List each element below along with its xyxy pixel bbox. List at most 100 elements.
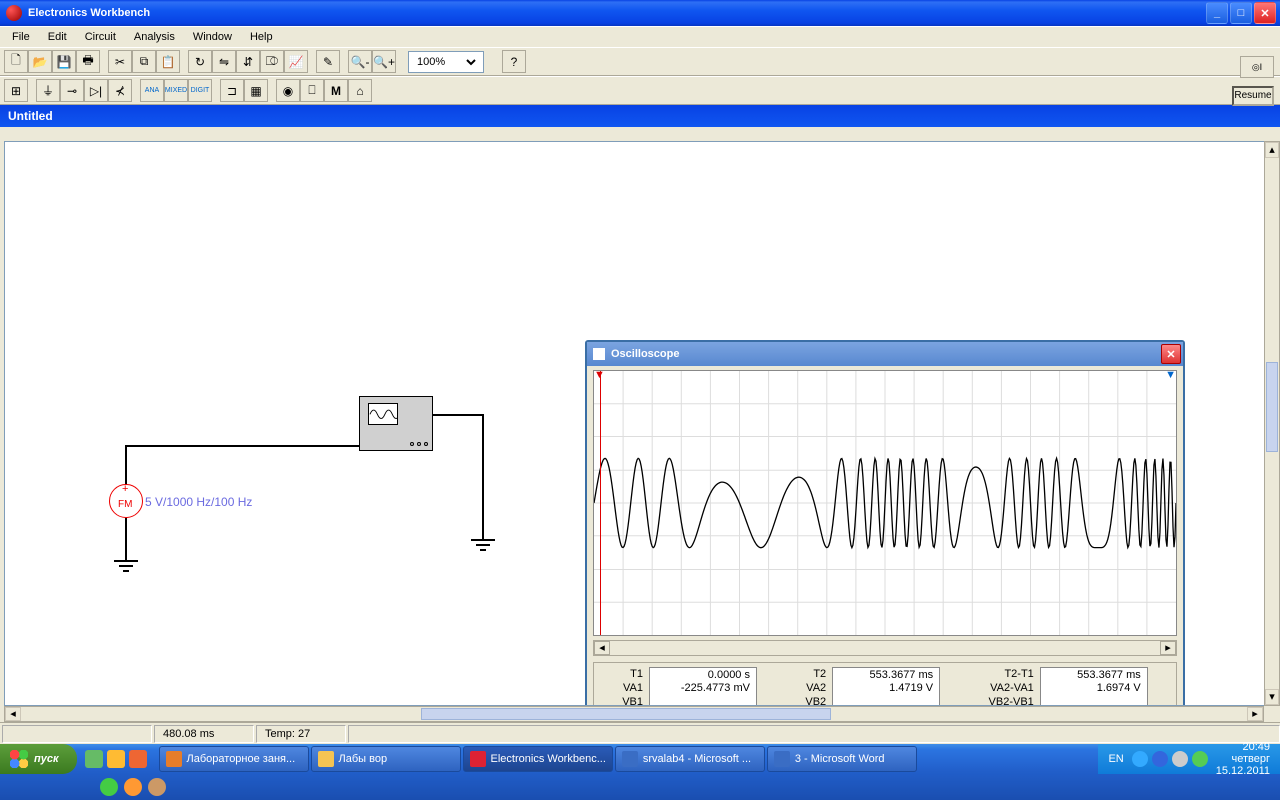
menu-window[interactable]: Window	[185, 29, 240, 45]
vertical-scrollbar[interactable]: ▴ ▾	[1264, 141, 1280, 706]
oscilloscope-close-button[interactable]: ✕	[1161, 344, 1181, 364]
comp-gate-button[interactable]: ⊐	[220, 79, 244, 102]
oscilloscope-readouts: T1VA1VB1 0.0000 s-225.4773 mV T2VA2VB2 5…	[593, 662, 1177, 706]
open-button[interactable]: 📂	[28, 50, 52, 73]
oscilloscope-icon	[593, 348, 605, 360]
comp-ic-button[interactable]: ▦	[244, 79, 268, 102]
scroll-left-button[interactable]: ◂	[594, 641, 610, 655]
zoomin-button[interactable]: 🔍+	[372, 50, 396, 73]
zoomout-button[interactable]: 🔍-	[348, 50, 372, 73]
scroll-down-button[interactable]: ▾	[1265, 689, 1279, 705]
menu-file[interactable]: File	[4, 29, 38, 45]
status-time: 480.08 ms	[154, 725, 254, 743]
taskbar: пуск Лабораторное заня...Лабы ворElectro…	[0, 744, 1280, 800]
hscroll-left-button[interactable]: ◂	[5, 707, 21, 721]
oscilloscope-titlebar[interactable]: Oscilloscope ✕	[587, 342, 1183, 366]
comp-analog-button[interactable]: ANA	[140, 79, 164, 102]
cut-button[interactable]: ✂	[108, 50, 132, 73]
readout-delta: 553.3677 ms1.6974 V	[1040, 667, 1148, 706]
comp-mixed-button[interactable]: MIXED	[164, 79, 188, 102]
comp-sources-button[interactable]: ⏚	[36, 79, 60, 102]
save-button[interactable]: 💾	[52, 50, 76, 73]
language-indicator[interactable]: EN	[1108, 753, 1123, 765]
comp-indicator-button[interactable]: ◉	[276, 79, 300, 102]
tray2-icon[interactable]	[100, 778, 118, 796]
ql-icon[interactable]	[107, 750, 125, 768]
comp-basic-button[interactable]: ⊸	[60, 79, 84, 102]
oscilloscope-display[interactable]: ▼ ▼	[593, 370, 1177, 636]
maximize-button[interactable]: □	[1230, 2, 1252, 24]
comp-misc-button[interactable]: M	[324, 79, 348, 102]
tray2-icon[interactable]	[124, 778, 142, 796]
app-titlebar: Electronics Workbench _ □ ✕	[0, 0, 1280, 26]
hscroll-thumb[interactable]	[421, 708, 831, 720]
paste-button[interactable]: 📋	[156, 50, 180, 73]
scroll-right-button[interactable]: ▸	[1160, 641, 1176, 655]
task-button[interactable]: Electronics Workbenc...	[463, 746, 613, 772]
hscroll-right-button[interactable]: ▸	[1247, 707, 1263, 721]
new-button[interactable]: 🗋	[4, 50, 28, 73]
menu-help[interactable]: Help	[242, 29, 281, 45]
comp-grid-button[interactable]: ⊞	[4, 79, 28, 102]
ql-icon[interactable]	[85, 750, 103, 768]
flipv-button[interactable]: ⇵	[236, 50, 260, 73]
status-bar: 480.08 ms Temp: 27	[0, 722, 1280, 744]
ql-icon[interactable]	[129, 750, 147, 768]
task-button[interactable]: 3 - Microsoft Word	[767, 746, 917, 772]
comp-instruments-button[interactable]: ⌂	[348, 79, 372, 102]
oscilloscope-window: Oscilloscope ✕ ▼ ▼ ◂ ▸ T1VA1VB1 0.0000	[585, 340, 1185, 706]
copy-button[interactable]: ⧉	[132, 50, 156, 73]
print-button[interactable]: 🖶	[76, 50, 100, 73]
scroll-up-button[interactable]: ▴	[1265, 142, 1279, 158]
resume-button[interactable]: Resume	[1232, 86, 1274, 106]
tray-icon[interactable]	[1132, 751, 1148, 767]
cursor-t1[interactable]	[600, 371, 601, 635]
app-icon	[6, 5, 22, 21]
oscilloscope-component[interactable]	[359, 396, 433, 451]
help-button[interactable]: ?	[502, 50, 526, 73]
start-button[interactable]: пуск	[0, 744, 77, 774]
cursor-t2-handle-icon[interactable]: ▼	[1165, 370, 1176, 381]
comp-diode-button[interactable]: ▷|	[84, 79, 108, 102]
system-tray: EN 20:49 четверг 15.12.2011	[1098, 744, 1280, 774]
ground-component[interactable]	[468, 539, 498, 553]
scroll-thumb[interactable]	[1266, 362, 1278, 452]
io-toggle-button[interactable]: ◎I	[1240, 56, 1274, 78]
zoom-select[interactable]: 100%	[408, 51, 484, 73]
menu-analysis[interactable]: Analysis	[126, 29, 183, 45]
task-buttons: Лабораторное заня...Лабы ворElectronics …	[155, 746, 1099, 772]
graph-button[interactable]: 📈	[284, 50, 308, 73]
task-button[interactable]: Лабораторное заня...	[159, 746, 309, 772]
toolbar-main: 🗋 📂 💾 🖶 ✂ ⧉ 📋 ↻ ⇋ ⇵ ⎄ 📈 ✎ 🔍- 🔍+ 100% ?	[0, 47, 1280, 76]
readout-t2: 553.3677 ms1.4719 V	[832, 667, 940, 706]
toolbar-components: ⊞ ⏚ ⊸ ▷| ⊀ ANA MIXED DIGIT ⊐ ▦ ◉ ⎕ M ⌂	[0, 76, 1280, 105]
horizontal-scrollbar[interactable]: ◂ ▸	[4, 706, 1264, 722]
ground-component[interactable]	[111, 560, 141, 574]
task-button[interactable]: srvalab4 - Microsoft ...	[615, 746, 765, 772]
windows-logo-icon	[10, 750, 28, 768]
tray2-icon[interactable]	[148, 778, 166, 796]
tray-icon[interactable]	[1192, 751, 1208, 767]
menu-bar: File Edit Circuit Analysis Window Help	[0, 26, 1280, 47]
comp-control-button[interactable]: ⎕	[300, 79, 324, 102]
close-button[interactable]: ✕	[1254, 2, 1276, 24]
menu-edit[interactable]: Edit	[40, 29, 75, 45]
probe-button[interactable]: ✎	[316, 50, 340, 73]
subcircuit-button[interactable]: ⎄	[260, 50, 284, 73]
fliph-button[interactable]: ⇋	[212, 50, 236, 73]
fm-source-component[interactable]	[109, 484, 143, 518]
comp-digital-button[interactable]: DIGIT	[188, 79, 212, 102]
cursor-t1-handle-icon[interactable]: ▼	[594, 370, 605, 381]
clock[interactable]: 20:49 четверг 15.12.2011	[1216, 741, 1270, 777]
menu-circuit[interactable]: Circuit	[77, 29, 124, 45]
schematic-canvas[interactable]: 5 V/1000 Hz/100 Hz Oscilloscope ✕ ▼ ▼ ◂	[4, 141, 1268, 706]
tray-icon[interactable]	[1172, 751, 1188, 767]
oscilloscope-scrollbar[interactable]: ◂ ▸	[593, 640, 1177, 656]
rotate-button[interactable]: ↻	[188, 50, 212, 73]
minimize-button[interactable]: _	[1206, 2, 1228, 24]
tray-icon[interactable]	[1152, 751, 1168, 767]
fm-source-label: 5 V/1000 Hz/100 Hz	[145, 495, 252, 509]
task-button[interactable]: Лабы вор	[311, 746, 461, 772]
quicklaunch	[77, 750, 155, 768]
comp-transistor-button[interactable]: ⊀	[108, 79, 132, 102]
